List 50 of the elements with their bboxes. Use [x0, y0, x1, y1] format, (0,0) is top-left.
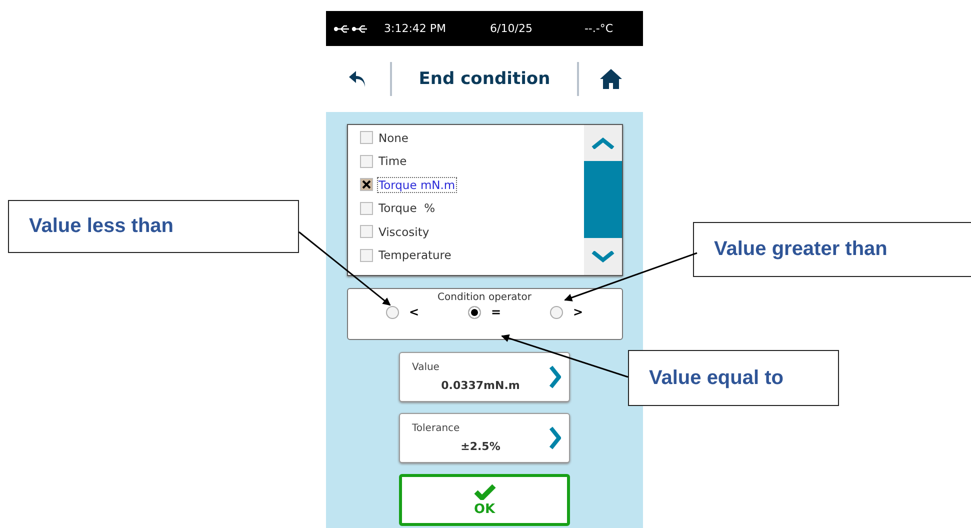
setting-value: ±2.5% — [460, 440, 502, 453]
operator-symbol: > — [572, 305, 584, 319]
checkbox[interactable] — [360, 154, 372, 168]
condition-item[interactable]: Torque mN.m — [360, 176, 584, 194]
checkmark-icon — [474, 484, 496, 500]
radio-button[interactable] — [386, 306, 399, 318]
condition-item[interactable]: Torque % — [360, 200, 584, 217]
back-icon — [348, 69, 368, 89]
setting-card[interactable]: Value 0.0337mN.m — [399, 352, 570, 402]
checkbox[interactable] — [360, 225, 372, 238]
condition-item[interactable]: Time — [360, 152, 584, 170]
checkbox[interactable] — [360, 178, 372, 192]
temperature-reading: --.-°C — [584, 22, 614, 35]
condition-label: Viscosity — [378, 224, 430, 239]
chevron-up-icon — [590, 137, 614, 149]
condition-label: Temperature — [378, 248, 452, 262]
radio-button[interactable] — [468, 306, 481, 318]
scroll-thumb[interactable] — [584, 161, 622, 238]
home-icon — [600, 68, 622, 90]
callout-text: Value equal to — [649, 366, 784, 390]
condition-label: Torque mN.m — [378, 178, 456, 192]
condition-label: Time — [378, 154, 408, 168]
operator-symbol: < — [408, 305, 420, 319]
date-text: 6/10/25 — [490, 22, 532, 35]
checkbox[interactable] — [360, 202, 372, 215]
radio-button[interactable] — [550, 306, 563, 318]
screen-title: End condition — [418, 69, 552, 89]
setting-value: 0.0337mN.m — [440, 379, 521, 392]
checkbox[interactable] — [360, 131, 372, 144]
operator-option[interactable]: < — [386, 305, 420, 319]
condition-label: None — [378, 130, 410, 145]
usb-icon — [334, 24, 370, 34]
chevron-right-icon — [549, 426, 561, 450]
operator-label: Condition operator — [438, 292, 532, 303]
setting-label: Tolerance — [412, 423, 461, 434]
chevron-right-icon — [549, 365, 561, 389]
condition-item[interactable]: Viscosity — [360, 223, 584, 240]
operator-option[interactable]: > — [550, 305, 584, 319]
operator-symbol: = — [490, 305, 502, 319]
setting-label: Value — [412, 362, 440, 373]
condition-item[interactable]: Temperature — [360, 246, 584, 264]
chevron-down-icon — [590, 251, 614, 263]
checkbox[interactable] — [360, 248, 372, 262]
condition-item[interactable]: None — [360, 129, 584, 146]
clock-time: 3:12:42 PM — [384, 22, 446, 35]
callout-text: Value greater than — [714, 238, 888, 261]
setting-card[interactable]: Tolerance ±2.5% — [399, 413, 570, 463]
condition-label: Torque % — [378, 201, 436, 216]
callout-text: Value less than — [29, 215, 174, 238]
operator-option[interactable]: = — [468, 305, 502, 319]
